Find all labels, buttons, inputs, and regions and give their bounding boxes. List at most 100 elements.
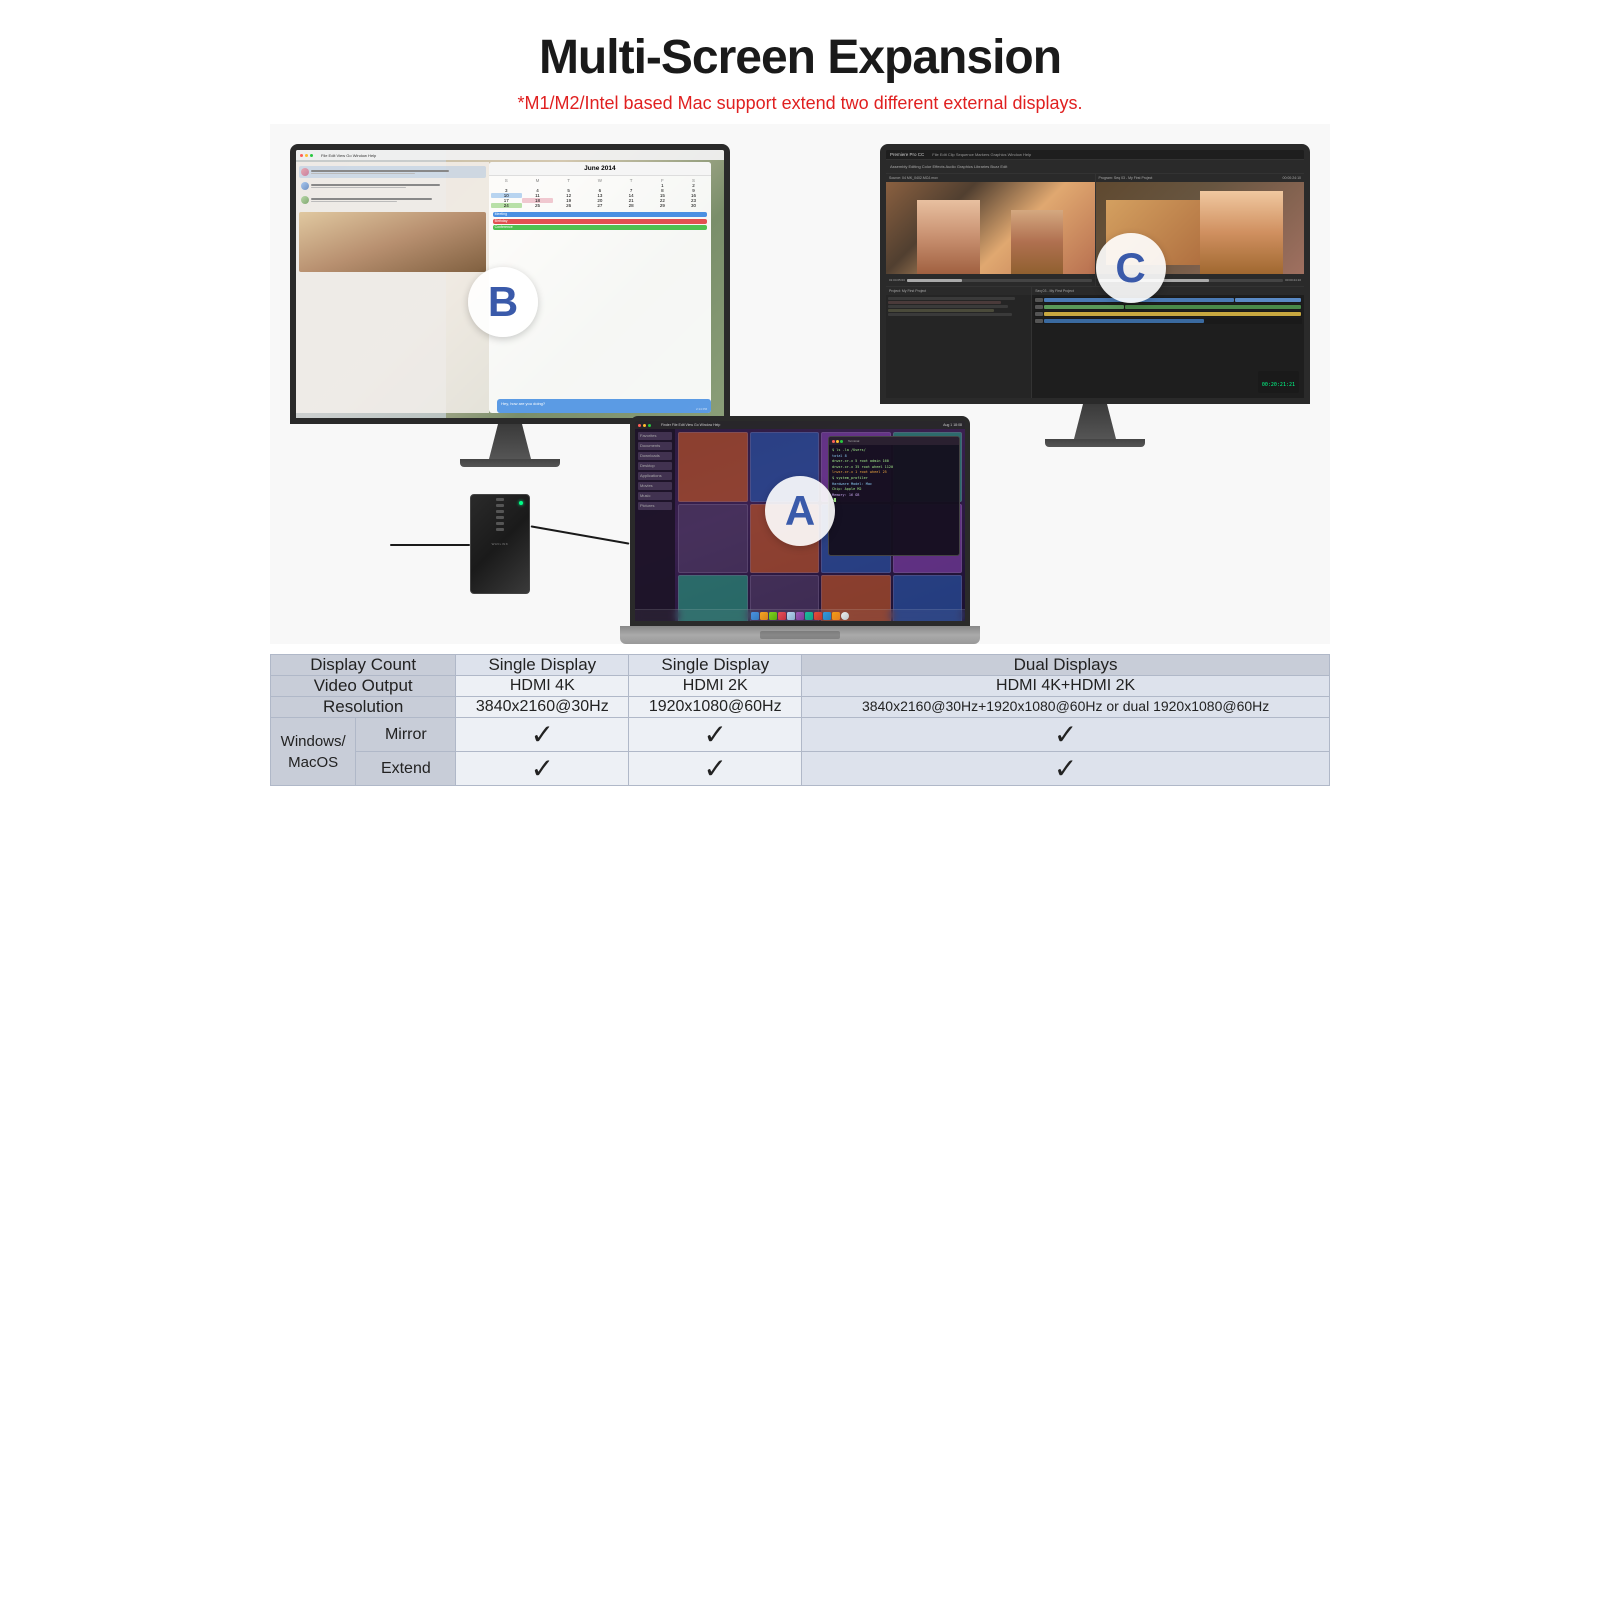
track-header <box>1035 319 1043 323</box>
terminal-panel: Terminal $ ls -la /Users/ total 8 drwxr-… <box>828 436 960 556</box>
project-item <box>888 309 994 312</box>
subtitle-text: M1/M2/Intel based Mac support extend two… <box>525 93 1083 113</box>
display-area: File Edit View Go Window Help June 2014 … <box>270 124 1330 644</box>
calendar-header: June 2014 <box>489 162 712 176</box>
chat-bubble-area: Hey, how are you doing? 2:14 PM <box>497 399 711 413</box>
mirror-label: Mirror <box>356 718 456 752</box>
terminal-line: $_ <box>832 498 956 504</box>
project-item <box>888 313 1012 316</box>
track-row <box>1034 304 1302 310</box>
table-header-row: Display Count Single Display Single Disp… <box>271 655 1330 676</box>
terminal-content: $ ls -la /Users/ total 8 drwxr-xr-x 5 ro… <box>829 445 959 507</box>
avatar <box>301 196 309 204</box>
comparison-section: Display Count Single Display Single Disp… <box>270 654 1330 806</box>
avatar <box>301 182 309 190</box>
timecode: 01:04:05:03 <box>889 278 905 282</box>
video-output-label: Video Output <box>271 676 456 697</box>
cal-cell: 24 <box>491 203 522 208</box>
file-icon-11 <box>821 575 891 609</box>
sidebar-pictures: Pictures <box>638 502 672 510</box>
min-btn <box>643 424 646 427</box>
display-count-label: Display Count <box>271 655 456 676</box>
max-dot-b <box>310 154 313 157</box>
dock-item <box>805 612 813 620</box>
contact-name <box>311 170 449 172</box>
sidebar-documents: Documents <box>638 442 672 450</box>
clock-display: Aug 1 18:08 <box>943 423 962 427</box>
contact-info <box>311 170 484 175</box>
subtitle-star: * <box>518 93 525 113</box>
track-header <box>1035 312 1043 316</box>
track-clip <box>1235 298 1301 302</box>
project-content <box>886 295 1031 319</box>
sidebar-apps: Applications <box>638 472 672 480</box>
source-header: Source: 04 MK_0402.MOJ.mov <box>886 174 1095 182</box>
project-panel: Project: My First Project <box>886 287 1032 398</box>
dock-led <box>519 501 523 505</box>
chat-time: 2:14 PM <box>501 407 707 411</box>
finder-sidebar: Favorites Documents Downloads Desktop Ap… <box>635 429 675 609</box>
contact-status <box>311 201 397 203</box>
file-icon-5 <box>678 504 748 574</box>
dock-body: WAVLINK <box>470 494 530 594</box>
sidebar-favorites: Favorites <box>638 432 672 440</box>
cal-cell: 30 <box>678 203 709 208</box>
track-clip <box>1044 319 1203 323</box>
dock-item <box>778 612 786 620</box>
label-c: C <box>1096 233 1166 303</box>
subtitle: *M1/M2/Intel based Mac support extend tw… <box>290 93 1310 114</box>
res-2k-value: 1920x1080@60Hz <box>629 697 802 718</box>
monitor-frame-c: Premiere Pro CC File Edit Clip Sequence … <box>880 144 1310 404</box>
brand-label: WAVLINK <box>492 542 509 546</box>
cal-cell: 26 <box>553 203 584 208</box>
dock-item <box>832 612 840 620</box>
menu-items-b: File Edit View Go Window Help <box>321 153 376 158</box>
dock-item <box>787 612 795 620</box>
menubar-b: File Edit View Go Window Help <box>296 150 724 160</box>
terminal-close <box>832 440 835 443</box>
laptop-base <box>620 626 980 644</box>
cal-cell: 25 <box>522 203 553 208</box>
contact-info <box>311 184 484 189</box>
figure2 <box>1011 210 1063 274</box>
monitor-base-c <box>1045 439 1145 447</box>
figure3 <box>1200 191 1283 274</box>
video-output-row: Video Output HDMI 4K HDMI 2K HDMI 4K+HDM… <box>271 676 1330 697</box>
resolution-label: Resolution <box>271 697 456 718</box>
editor-app-name: Premiere Pro CC <box>890 152 924 157</box>
sidebar-desktop: Desktop <box>638 462 672 470</box>
resolution-row: Resolution 3840x2160@30Hz 1920x1080@60Hz… <box>271 697 1330 718</box>
event: Meeting <box>493 212 708 217</box>
header: Multi-Screen Expansion *M1/M2/Intel base… <box>270 0 1330 124</box>
dock-item <box>769 612 777 620</box>
file-icon-9 <box>678 575 748 609</box>
timecode-value: 00:20:21:21 <box>1262 382 1295 388</box>
avatar <box>301 168 309 176</box>
terminal-max <box>840 440 843 443</box>
hdmi-4k-2k-value: HDMI 4K+HDMI 2K <box>802 676 1330 697</box>
laptop-menu-items: Finder File Edit View Go Window Help <box>661 423 720 427</box>
playhead <box>907 279 1092 282</box>
timeline-label: Seq 03 - My First Project <box>1035 289 1074 293</box>
max-btn <box>648 424 651 427</box>
source-controls: 01:04:05:03 <box>886 274 1095 286</box>
program-label: Program: Seq 03 - My First Project <box>1099 176 1153 180</box>
cable-left <box>390 544 470 546</box>
dock-item <box>760 612 768 620</box>
mirror-check-3: ✓ <box>802 718 1330 752</box>
monitor-stand-c <box>1065 404 1125 439</box>
monitor-stand-b <box>480 424 540 459</box>
terminal-title: Terminal <box>848 439 859 443</box>
mirror-row: Windows/MacOS Mirror ✓ ✓ ✓ <box>271 718 1330 752</box>
project-header: Project: My First Project <box>886 287 1031 295</box>
file-icon-12 <box>893 575 963 609</box>
mirror-check-2: ✓ <box>629 718 802 752</box>
close-btn <box>638 424 641 427</box>
project-item <box>888 297 1015 300</box>
dock-port-3 <box>496 510 504 513</box>
extend-label: Extend <box>356 752 456 786</box>
terminal-min <box>836 440 839 443</box>
contact-info <box>311 198 484 203</box>
min-dot-b <box>305 154 308 157</box>
event: Birthday <box>493 219 708 224</box>
